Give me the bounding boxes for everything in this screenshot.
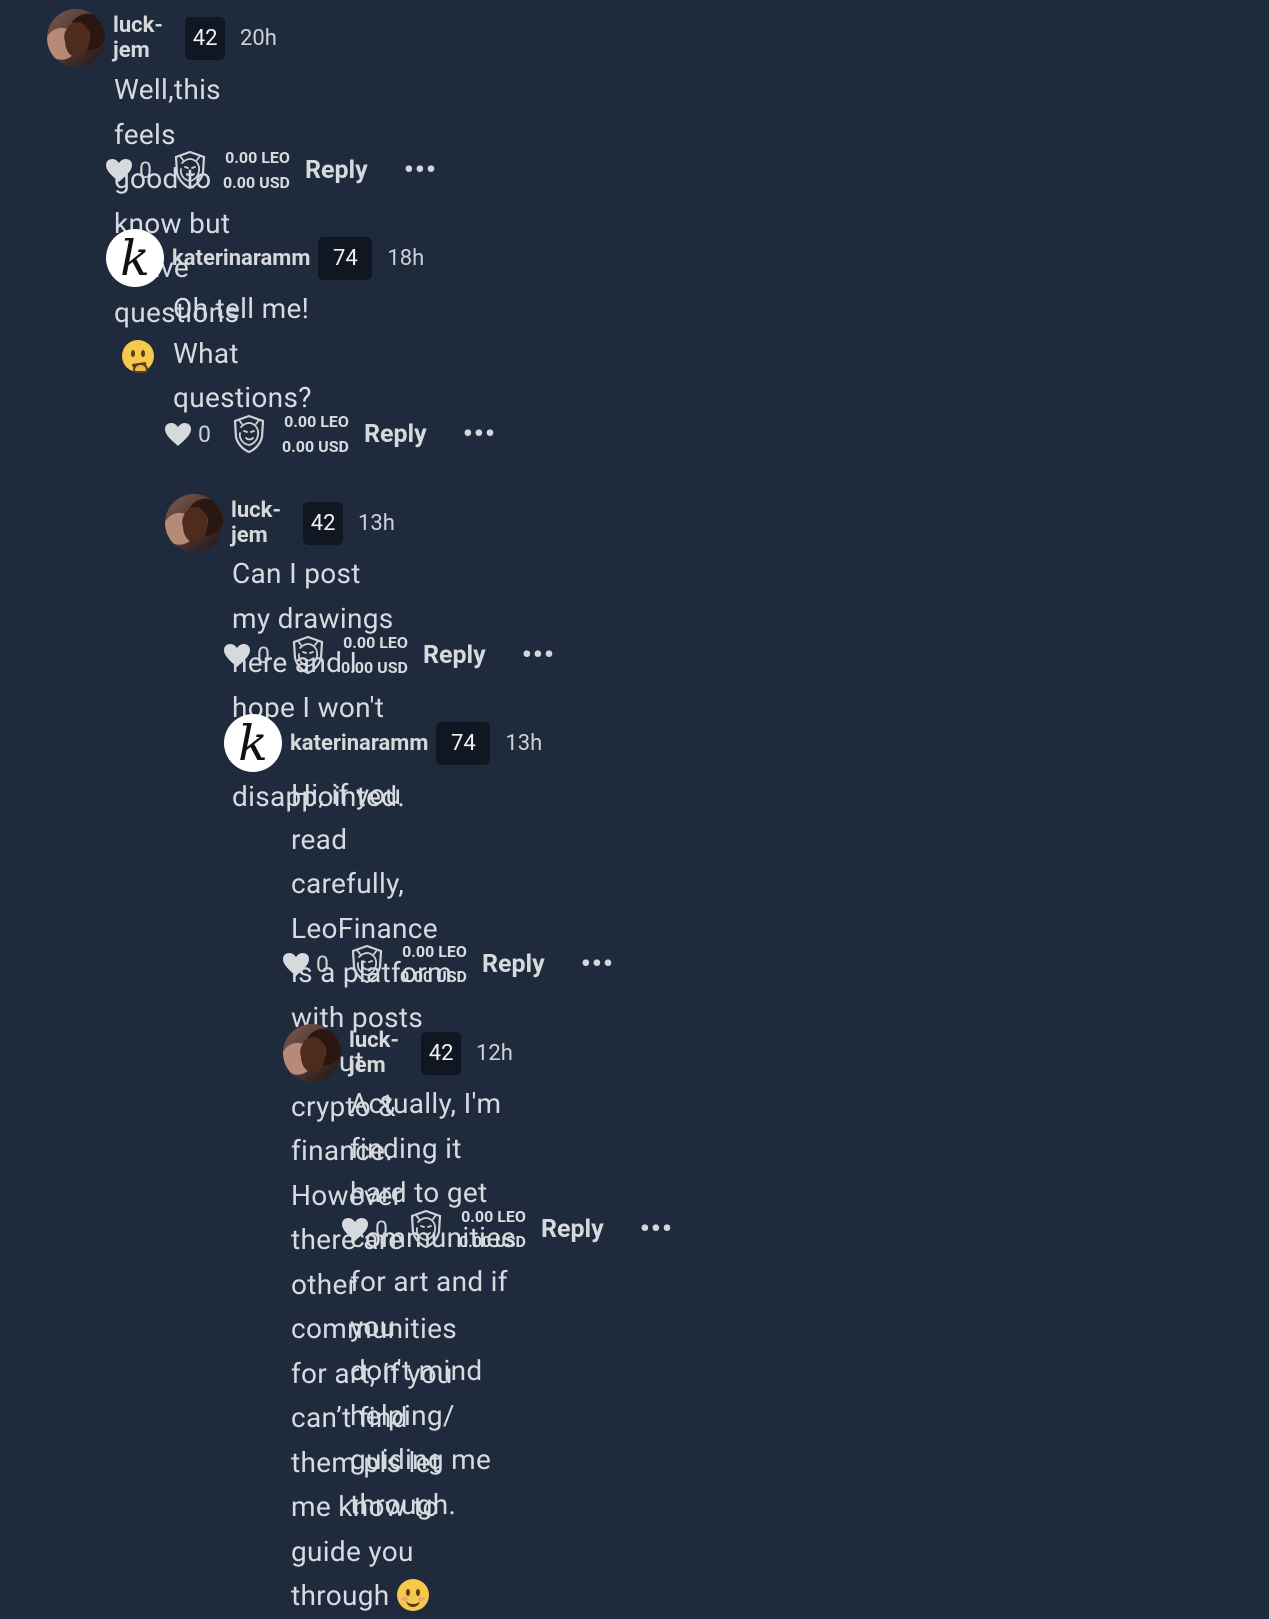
usd-amount: 0.00 USD [222,173,290,192]
heart-icon[interactable] [282,952,310,977]
leo-lion-icon[interactable] [170,150,210,190]
usd-amount: 0.00 USD [399,967,467,986]
like-count: 0 [198,420,211,448]
leo-lion-icon[interactable] [347,944,387,984]
leo-lion-icon[interactable] [406,1209,446,1249]
heart-icon[interactable] [223,643,251,668]
avatar-letter: k [120,229,150,287]
heart-icon[interactable] [341,1217,369,1242]
payout-amounts: 0.00 LEO 0.00 USD [279,409,349,459]
leo-amount: 0.00 LEO [284,412,349,431]
reputation-badge: 74 [436,721,491,765]
more-options-icon[interactable]: ••• [463,420,496,448]
leo-lion-icon[interactable] [288,635,328,675]
more-options-icon[interactable]: ••• [404,156,437,184]
comment-header: luck-jem 42 13h [165,494,395,552]
username[interactable]: katerinaramm [172,246,310,271]
comment-header: luck-jem 42 12h [283,1024,513,1082]
avatar[interactable]: k [224,714,282,772]
usd-amount: 0.00 USD [281,437,349,456]
avatar[interactable] [283,1024,341,1082]
leo-amount: 0.00 LEO [343,633,408,652]
avatar[interactable] [47,9,105,67]
leo-amount: 0.00 LEO [461,1207,526,1226]
usd-amount: 0.00 USD [458,1232,526,1251]
comment-header: luck-jem 42 20h [47,9,277,67]
more-options-icon[interactable]: ••• [522,641,555,669]
username[interactable]: luck-jem [113,13,177,63]
payout-amounts: 0.00 LEO 0.00 USD [338,630,408,680]
payout-amounts: 0.00 LEO 0.00 USD [220,145,290,195]
username[interactable]: luck-jem [349,1028,413,1078]
comment-body: Actually, I'm finding it hard to get com… [350,1082,516,1527]
reputation-badge: 42 [303,501,344,545]
username[interactable]: luck-jem [231,498,295,548]
timestamp[interactable]: 12h [476,1041,513,1066]
leo-amount: 0.00 LEO [402,942,467,961]
reply-button[interactable]: Reply [364,420,427,449]
comment-text-line: What questions? [173,336,312,415]
comment-header: k katerinaramm 74 13h [224,714,542,772]
heart-icon[interactable] [164,422,192,447]
smiling-face-icon [397,1579,430,1611]
avatar[interactable]: k [106,229,164,287]
timestamp[interactable]: 13h [358,511,395,536]
like-count: 0 [316,950,329,978]
reputation-badge: 74 [318,236,373,280]
payout-amounts: 0.00 LEO 0.00 USD [456,1204,526,1254]
timestamp[interactable]: 20h [240,26,277,51]
like-count: 0 [257,641,270,669]
reputation-badge: 42 [421,1031,462,1075]
thinking-face-icon [122,340,154,373]
timestamp[interactable]: 13h [505,731,542,756]
leo-lion-icon[interactable] [229,414,269,454]
comment-header: k katerinaramm 74 18h [106,229,424,287]
leo-amount: 0.00 LEO [225,148,290,167]
username[interactable]: katerinaramm [290,731,428,756]
usd-amount: 0.00 USD [340,658,408,677]
reply-button[interactable]: Reply [423,641,486,670]
avatar[interactable] [165,494,223,552]
comment-actions: 0 0.00 LEO 0.00 USD Reply ••• [105,145,437,195]
comment-actions: 0 0.00 LEO 0.00 USD Reply ••• [164,409,496,459]
more-options-icon[interactable]: ••• [581,950,614,978]
comment-actions: 0 0.00 LEO 0.00 USD Reply ••• [223,630,555,680]
comment-actions: 0 0.00 LEO 0.00 USD Reply ••• [282,939,614,989]
payout-amounts: 0.00 LEO 0.00 USD [397,939,467,989]
like-count: 0 [375,1215,388,1243]
reply-button[interactable]: Reply [305,156,368,185]
reply-button[interactable]: Reply [482,950,545,979]
reply-button[interactable]: Reply [541,1215,604,1244]
more-options-icon[interactable]: ••• [640,1215,673,1243]
comment-body: Oh tell me! What questions? [173,287,312,421]
comment-text-line: Oh tell me! [173,292,310,325]
comment-actions: 0 0.00 LEO 0.00 USD Reply ••• [341,1204,673,1254]
reputation-badge: 42 [185,16,226,60]
heart-icon[interactable] [105,158,133,183]
avatar-letter: k [238,714,268,772]
timestamp[interactable]: 18h [387,246,424,271]
comment-text-line: don't mind helping/ guiding me through. [350,1354,492,1521]
like-count: 0 [139,156,152,184]
